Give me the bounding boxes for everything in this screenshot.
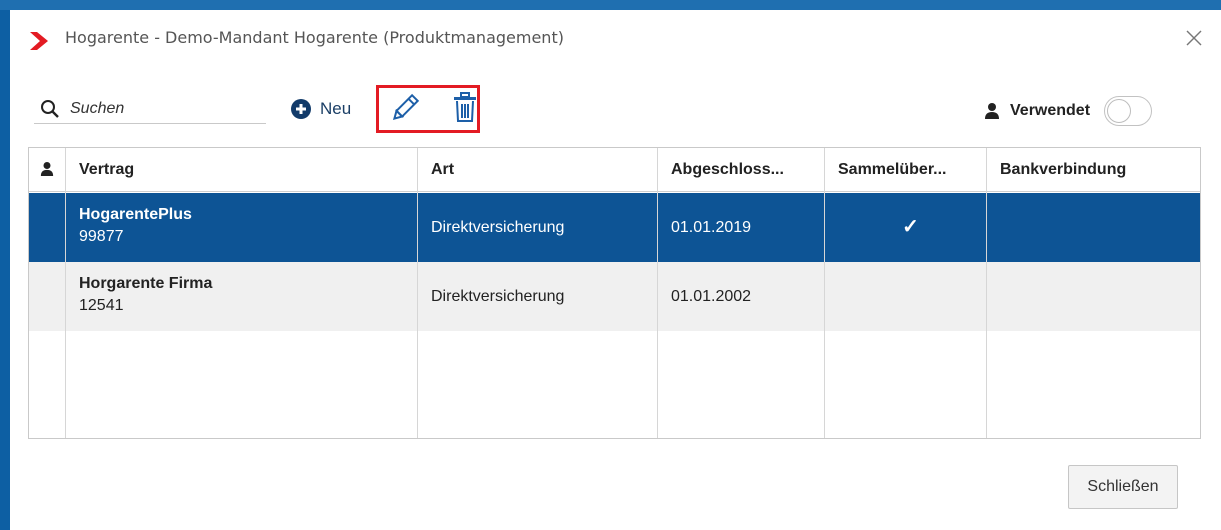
column-divider — [65, 148, 66, 438]
table-header: Vertrag Art Abgeschloss... Sammelüber...… — [29, 148, 1200, 192]
used-label: Verwendet — [1010, 102, 1091, 119]
used-filter: Verwendet — [984, 96, 1153, 126]
search-box — [34, 94, 266, 124]
bank-cell — [1000, 262, 1190, 331]
contract-cell: HogarentePlus 99877 — [79, 193, 419, 262]
new-button-label: Neu — [320, 99, 352, 118]
date-cell: 01.01.2019 — [671, 219, 752, 236]
contract-dialog: Hogarente - Demo-Mandant Hogarente (Prod… — [10, 10, 1221, 530]
contract-number: 99877 — [79, 228, 124, 245]
close-button[interactable]: Schließen — [1068, 465, 1178, 509]
toggle-knob — [1107, 99, 1132, 123]
checkmark-icon: ✓ — [902, 216, 919, 238]
column-divider — [986, 148, 987, 438]
contract-cell: Horgarente Firma 12541 — [79, 262, 419, 331]
sammel-cell — [838, 262, 983, 331]
title-bar: Hogarente - Demo-Mandant Hogarente (Prod… — [10, 10, 1221, 62]
search-icon — [41, 100, 59, 118]
date-cell: 01.01.2002 — [671, 288, 752, 305]
column-divider — [417, 148, 418, 438]
contract-table: Vertrag Art Abgeschloss... Sammelüber...… — [28, 147, 1201, 439]
contract-name: Horgarente Firma — [79, 275, 213, 292]
pencil-icon[interactable] — [390, 92, 420, 124]
plus-circle-icon — [291, 99, 311, 119]
contract-number: 12541 — [79, 297, 124, 314]
bank-cell — [1000, 193, 1190, 262]
close-icon[interactable] — [1182, 26, 1206, 50]
app-logo-icon — [30, 32, 48, 50]
contract-name: HogarentePlus — [79, 206, 192, 223]
trash-icon[interactable] — [452, 92, 478, 124]
person-icon — [40, 162, 54, 176]
column-header-art[interactable]: Art — [431, 148, 651, 192]
column-divider — [824, 148, 825, 438]
art-cell: Direktversicherung — [431, 219, 565, 236]
person-icon — [985, 103, 999, 119]
new-button[interactable]: Neu — [290, 96, 351, 122]
column-header-bankverbindung[interactable]: Bankverbindung — [1000, 148, 1190, 192]
table-row[interactable]: Horgarente Firma 12541 Direktversicherun… — [29, 262, 1200, 331]
window-title: Hogarente - Demo-Mandant Hogarente (Prod… — [65, 28, 564, 47]
art-cell: Direktversicherung — [431, 288, 565, 305]
table-row[interactable]: HogarentePlus 99877 Direktversicherung 0… — [29, 193, 1200, 262]
column-header-vertrag[interactable]: Vertrag — [79, 148, 419, 192]
column-header-abgeschlossen[interactable]: Abgeschloss... — [671, 148, 821, 192]
search-input[interactable] — [68, 97, 258, 121]
column-divider — [657, 148, 658, 438]
column-header-sammelueberweisung[interactable]: Sammelüber... — [838, 148, 983, 192]
used-toggle[interactable] — [1104, 96, 1153, 126]
background-app-strip — [0, 0, 1221, 10]
